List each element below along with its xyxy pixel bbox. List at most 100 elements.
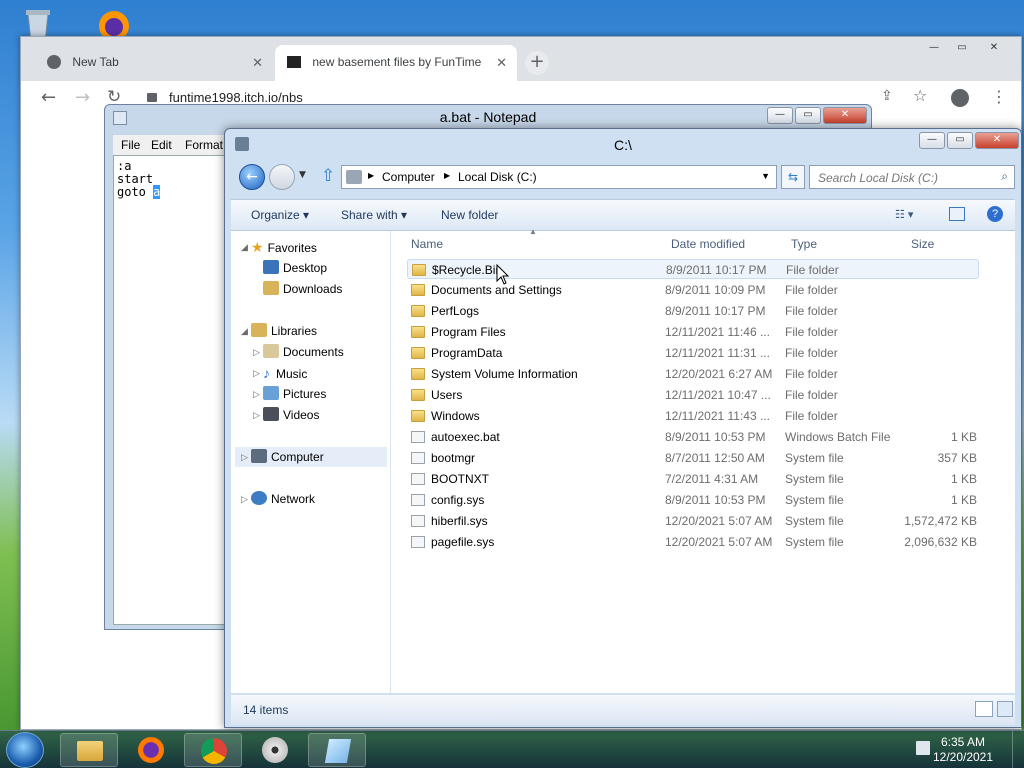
taskbar-firefox[interactable] xyxy=(122,733,180,767)
url-text[interactable]: funtime1998.itch.io/nbs xyxy=(169,90,303,105)
taskbar-chrome[interactable] xyxy=(184,733,242,767)
folder-icon xyxy=(412,264,426,276)
close-tab-icon[interactable]: ✕ xyxy=(496,55,507,71)
file-row[interactable]: bootmgr 8/7/2011 12:50 AM System file 357 K… xyxy=(407,448,979,468)
chrome-close-button[interactable]: ✕ xyxy=(981,41,1007,58)
explorer-icon xyxy=(77,741,103,761)
refresh-icon[interactable]: ⇆ xyxy=(781,165,805,189)
notepad-close-button[interactable]: ✕ xyxy=(823,107,867,124)
navigation-pane: ◢ ★ Favorites Desktop Downloads ◢ Librari… xyxy=(231,231,391,693)
file-row[interactable]: System Volume Information 12/20/2021 6:27… xyxy=(407,364,979,384)
organize-button[interactable]: Organize ▾ xyxy=(251,208,309,222)
menu-edit[interactable]: Edit xyxy=(151,138,172,152)
notepad-minimize-button[interactable]: — xyxy=(767,107,793,124)
share-icon[interactable]: ⇪ xyxy=(881,88,893,104)
downloads-icon xyxy=(263,281,279,295)
nav-documents[interactable]: Documents xyxy=(263,342,344,362)
collapse-icon[interactable]: ▷ xyxy=(253,342,260,362)
file-date: 8/9/2011 10:53 PM xyxy=(665,430,766,444)
forward-icon[interactable]: → xyxy=(75,87,90,108)
file-row[interactable]: $Recycle.Bin 8/9/2011 10:17 PM File folder xyxy=(407,259,979,279)
file-name: hiberfil.sys xyxy=(431,514,488,528)
taskbar-explorer[interactable] xyxy=(60,733,118,767)
nav-pictures[interactable]: Pictures xyxy=(263,384,326,404)
clock[interactable]: 6:35 AM 12/20/2021 xyxy=(928,735,998,765)
preview-pane-icon[interactable] xyxy=(949,207,965,221)
view-options-icon[interactable]: ☷ ▾ xyxy=(895,208,913,221)
recent-pages-chevron-icon[interactable]: ▼ xyxy=(299,170,306,180)
column-date-modified[interactable]: Date modified xyxy=(671,237,745,251)
file-row[interactable]: Program Files 12/11/2021 11:46 ... File fo… xyxy=(407,322,979,342)
close-tab-icon[interactable]: ✕ xyxy=(252,55,263,71)
forward-button[interactable] xyxy=(269,164,295,190)
breadcrumb-computer[interactable]: Computer xyxy=(382,170,435,184)
collapse-icon[interactable]: ▷ xyxy=(241,447,248,467)
file-row[interactable]: Windows 12/11/2021 11:43 ... File folder xyxy=(407,406,979,426)
address-bar[interactable]: ▶ Computer ▶ Local Disk (C:) ▼ xyxy=(341,165,777,189)
expand-icon[interactable]: ◢ xyxy=(241,321,248,341)
nav-music[interactable]: ♪ Music xyxy=(263,363,307,383)
chevron-right-icon: ▶ xyxy=(444,171,451,180)
explorer-maximize-button[interactable]: ▭ xyxy=(947,132,973,149)
search-input[interactable]: Search Local Disk (C:) ⌕ xyxy=(809,165,1015,189)
collapse-icon[interactable]: ▷ xyxy=(241,489,248,509)
nav-favorites[interactable]: ★ Favorites xyxy=(251,237,317,257)
search-icon[interactable]: ⌕ xyxy=(1001,169,1008,184)
expand-icon[interactable]: ◢ xyxy=(241,237,248,257)
chrome-maximize-button[interactable]: ▭ xyxy=(949,41,975,58)
explorer-minimize-button[interactable]: — xyxy=(919,132,945,149)
start-button[interactable] xyxy=(6,732,44,768)
nav-computer[interactable]: Computer xyxy=(235,447,387,467)
back-button[interactable]: ← xyxy=(239,164,265,190)
large-icons-view-icon[interactable] xyxy=(997,701,1013,717)
help-icon[interactable]: ? xyxy=(987,206,1003,222)
column-type[interactable]: Type xyxy=(791,237,817,251)
file-row[interactable]: hiberfil.sys 12/20/2021 5:07 AM System fil… xyxy=(407,511,979,531)
column-name[interactable]: Name xyxy=(411,237,443,251)
file-row[interactable]: ProgramData 12/11/2021 11:31 ... File fold… xyxy=(407,343,979,363)
menu-dots-icon[interactable]: ⋮ xyxy=(991,87,1007,106)
back-icon[interactable]: ← xyxy=(41,87,56,108)
documents-icon xyxy=(263,344,279,358)
file-row[interactable]: Users 12/11/2021 10:47 ... File folder xyxy=(407,385,979,405)
new-tab-button[interactable]: + xyxy=(525,51,549,75)
notepad-maximize-button[interactable]: ▭ xyxy=(795,107,821,124)
menu-format[interactable]: Format xyxy=(185,138,223,152)
address-dropdown-icon[interactable]: ▼ xyxy=(761,171,770,181)
taskbar-cd[interactable] xyxy=(246,733,304,767)
chrome-minimize-button[interactable]: — xyxy=(921,41,947,58)
details-view-icon[interactable] xyxy=(975,701,993,717)
share-with-button[interactable]: Share with ▾ xyxy=(341,208,407,222)
nav-network[interactable]: Network xyxy=(251,489,315,509)
file-icon xyxy=(411,452,425,464)
file-row[interactable]: autoexec.bat 8/9/2011 10:53 PM Windows Bat… xyxy=(407,427,979,447)
collapse-icon[interactable]: ▷ xyxy=(253,384,260,404)
file-row[interactable]: config.sys 8/9/2011 10:53 PM System file 1 … xyxy=(407,490,979,510)
collapse-icon[interactable]: ▷ xyxy=(253,363,260,383)
nav-downloads[interactable]: Downloads xyxy=(263,279,342,299)
tab-new-tab[interactable]: New Tab ✕ xyxy=(35,45,273,81)
profile-avatar[interactable] xyxy=(951,89,969,107)
file-name: System Volume Information xyxy=(431,367,578,381)
up-arrow-icon[interactable]: ⇧ xyxy=(321,166,335,186)
nav-libraries[interactable]: Libraries xyxy=(251,321,317,341)
menu-file[interactable]: File xyxy=(121,138,140,152)
taskbar: 6:35 AM 12/20/2021 xyxy=(0,730,1024,768)
taskbar-notepad[interactable] xyxy=(308,733,366,767)
explorer-close-button[interactable]: ✕ xyxy=(975,132,1019,149)
show-desktop-button[interactable] xyxy=(1012,731,1024,768)
file-row[interactable]: pagefile.sys 12/20/2021 5:07 AM System fil… xyxy=(407,532,979,552)
bookmark-star-icon[interactable]: ☆ xyxy=(913,86,927,105)
file-row[interactable]: BOOTNXT 7/2/2011 4:31 AM System file 1 KB xyxy=(407,469,979,489)
collapse-icon[interactable]: ▷ xyxy=(253,405,260,425)
breadcrumb-local-disk[interactable]: Local Disk (C:) xyxy=(458,170,537,184)
file-row[interactable]: Documents and Settings 8/9/2011 10:09 PM F… xyxy=(407,280,979,300)
column-size[interactable]: Size xyxy=(911,237,934,251)
chevron-right-icon: ▶ xyxy=(368,171,375,180)
file-row[interactable]: PerfLogs 8/9/2011 10:17 PM File folder xyxy=(407,301,979,321)
nav-desktop[interactable]: Desktop xyxy=(263,258,327,278)
nav-videos[interactable]: Videos xyxy=(263,405,319,425)
new-folder-button[interactable]: New folder xyxy=(441,208,498,222)
tab-itch[interactable]: new basement files by FunTime ✕ xyxy=(275,45,517,81)
explorer-window: C:\ — ▭ ✕ ← ▼ ⇧ ▶ Computer ▶ Local Disk … xyxy=(224,128,1022,728)
